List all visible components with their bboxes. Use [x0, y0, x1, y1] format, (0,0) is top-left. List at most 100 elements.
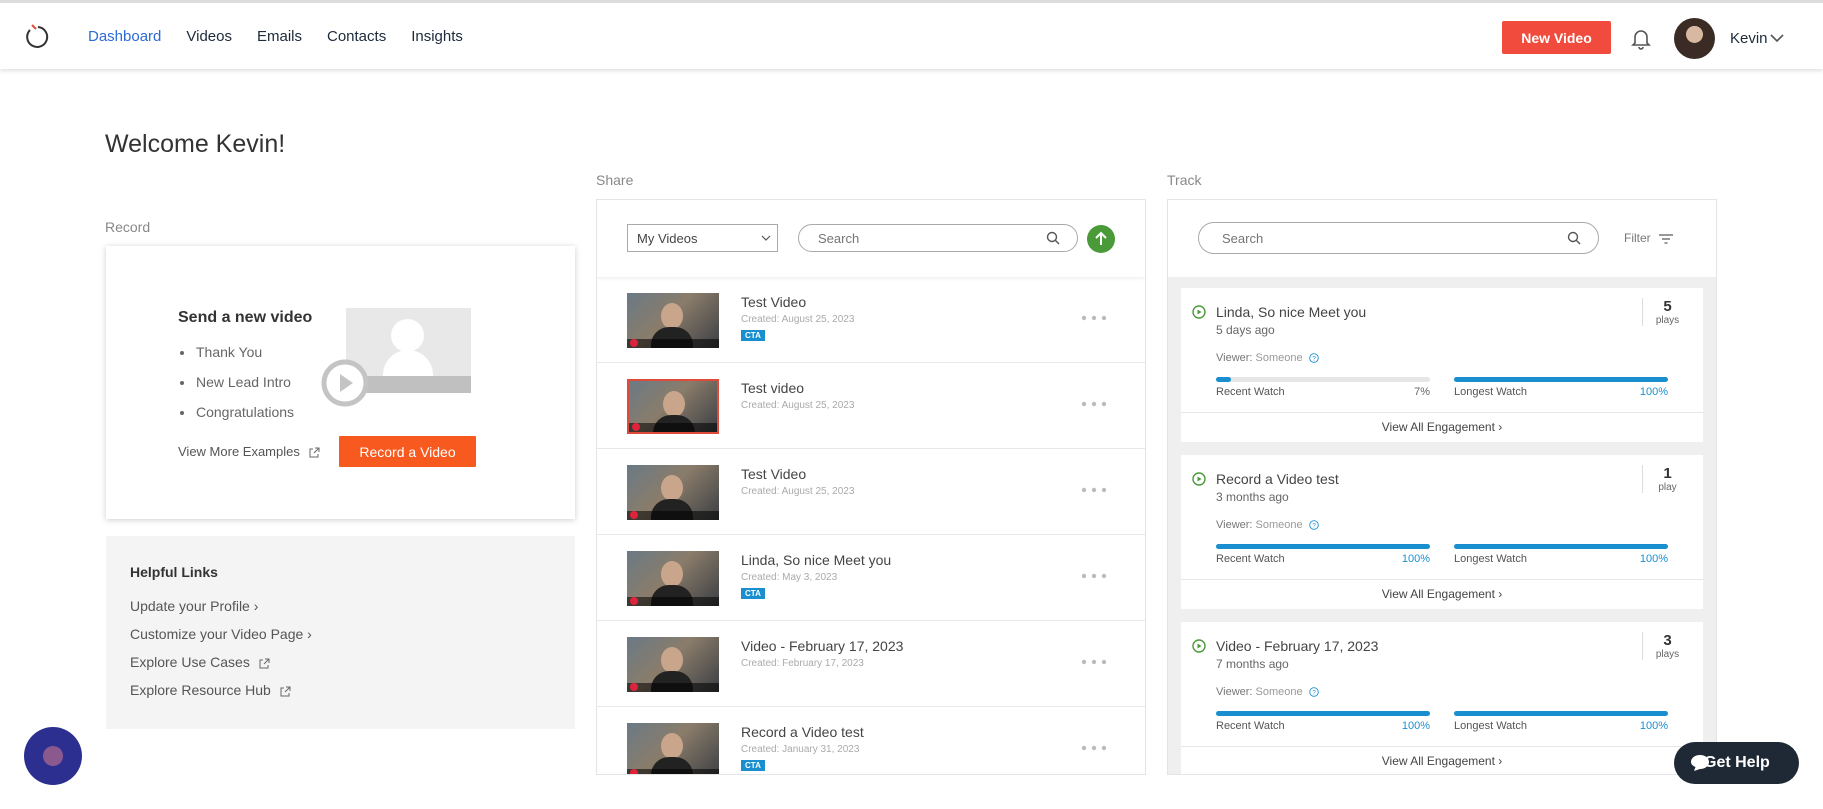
video-created-date: Created: August 25, 2023 — [741, 314, 855, 325]
svg-text:?: ? — [1312, 523, 1316, 530]
video-thumbnail[interactable] — [627, 379, 719, 434]
video-title[interactable]: Test Video — [741, 294, 806, 310]
viewer-info: Viewer: Someone ? — [1216, 352, 1319, 364]
more-options-icon[interactable] — [1081, 573, 1107, 579]
share-search-input[interactable] — [798, 224, 1078, 252]
engagement-video-title[interactable]: Video - February 17, 2023 — [1216, 638, 1378, 654]
video-thumbnail[interactable] — [627, 465, 719, 520]
video-thumbnail[interactable] — [627, 637, 719, 692]
video-list-item[interactable]: Linda, So nice Meet you Created: May 3, … — [597, 535, 1145, 621]
video-thumbnail[interactable] — [627, 723, 719, 774]
play-circle-icon — [321, 359, 369, 407]
video-created-date: Created: August 25, 2023 — [741, 486, 855, 497]
plays-count: 3 plays — [1642, 632, 1692, 660]
link-update-profile[interactable]: Update your Profile › — [130, 598, 258, 614]
track-toolbar: Filter — [1168, 200, 1716, 277]
more-options-icon[interactable] — [1081, 745, 1107, 751]
video-thumbnail[interactable] — [627, 293, 719, 348]
record-title: Send a new video — [178, 309, 313, 326]
recent-watch-value: 7% — [1414, 386, 1430, 398]
link-explore-use-cases[interactable]: Explore Use Cases — [130, 654, 270, 670]
video-title[interactable]: Record a Video test — [741, 724, 864, 740]
external-link-icon — [259, 658, 270, 669]
link-customize-video-page[interactable]: Customize your Video Page › — [130, 626, 312, 642]
external-link-icon — [309, 447, 319, 458]
video-title[interactable]: Test video — [741, 380, 804, 396]
view-all-engagement-link[interactable]: View All Engagement › — [1181, 579, 1703, 609]
video-title[interactable]: Test Video — [741, 466, 806, 482]
recent-watch-label: Recent Watch — [1216, 720, 1285, 732]
video-filter-select[interactable]: My Videos — [627, 224, 778, 252]
search-icon[interactable] — [1046, 231, 1060, 245]
helpful-links-panel: Helpful Links Update your Profile › Cust… — [106, 536, 575, 729]
track-panel: Filter Linda, So nice Meet you 5 days ag… — [1167, 199, 1717, 775]
engagement-video-title[interactable]: Record a Video test — [1216, 471, 1339, 487]
longest-watch-label: Longest Watch — [1454, 720, 1527, 732]
top-nav-bar: Dashboard Videos Emails Contacts Insight… — [0, 0, 1823, 69]
share-toolbar: My Videos — [597, 200, 1145, 277]
get-help-button[interactable]: Get Help — [1674, 742, 1799, 784]
view-all-engagement-link[interactable]: View All Engagement › — [1181, 412, 1703, 442]
viewer-info: Viewer: Someone ? — [1216, 519, 1319, 531]
svg-text:?: ? — [1312, 690, 1316, 697]
app-logo-icon[interactable] — [24, 22, 52, 52]
video-list-item[interactable]: Video - February 17, 2023 Created: Febru… — [597, 621, 1145, 707]
nav-insights[interactable]: Insights — [411, 28, 463, 45]
recent-watch-label: Recent Watch — [1216, 386, 1285, 398]
more-options-icon[interactable] — [1081, 659, 1107, 665]
nav-emails[interactable]: Emails — [257, 28, 302, 45]
engagement-video-title[interactable]: Linda, So nice Meet you — [1216, 304, 1366, 320]
nav-dashboard[interactable]: Dashboard — [88, 28, 161, 45]
search-icon[interactable] — [1567, 231, 1581, 245]
record-section-label: Record — [105, 219, 151, 235]
nav-contacts[interactable]: Contacts — [327, 28, 386, 45]
recent-watch-progress — [1216, 711, 1430, 716]
video-thumbnail[interactable] — [627, 551, 719, 606]
record-card: Send a new video Thank You New Lead Intr… — [106, 246, 575, 519]
video-title[interactable]: Linda, So nice Meet you — [741, 552, 891, 568]
help-icon[interactable]: ? — [1308, 520, 1319, 530]
recent-watch-value: 100% — [1401, 553, 1430, 565]
help-icon[interactable]: ? — [1308, 353, 1319, 363]
longest-watch-value: 100% — [1639, 386, 1668, 398]
view-more-examples-link[interactable]: View More Examples — [178, 444, 320, 459]
chat-launcher-button[interactable] — [24, 727, 82, 785]
video-list-item[interactable]: Record a Video test Created: January 31,… — [597, 707, 1145, 774]
more-options-icon[interactable] — [1081, 487, 1107, 493]
video-created-date: Created: May 3, 2023 — [741, 572, 838, 583]
example-item: Congratulations — [178, 404, 294, 434]
longest-watch-value: 100% — [1639, 720, 1668, 732]
cta-badge: CTA — [741, 588, 765, 599]
helpful-links-title: Helpful Links — [130, 564, 218, 580]
track-search-input[interactable] — [1198, 222, 1599, 254]
engagement-time-ago: 7 months ago — [1216, 657, 1289, 671]
more-options-icon[interactable] — [1081, 401, 1107, 407]
upload-button[interactable] — [1087, 225, 1115, 253]
chevron-down-icon[interactable] — [1770, 33, 1784, 43]
video-list-item[interactable]: Test video Created: August 25, 2023 — [597, 363, 1145, 449]
user-avatar[interactable] — [1674, 18, 1715, 59]
help-icon[interactable]: ? — [1308, 687, 1319, 697]
link-explore-resource-hub[interactable]: Explore Resource Hub — [130, 682, 291, 698]
filter-button[interactable]: Filter — [1624, 231, 1674, 245]
cta-badge: CTA — [741, 330, 765, 341]
video-title[interactable]: Video - February 17, 2023 — [741, 638, 903, 654]
notification-bell-icon[interactable] — [1629, 26, 1653, 50]
chevron-down-icon — [761, 235, 771, 241]
video-list-item[interactable]: Test Video Created: August 25, 2023 — [597, 449, 1145, 535]
engagement-time-ago: 5 days ago — [1216, 323, 1275, 337]
video-created-date: Created: August 25, 2023 — [741, 400, 855, 411]
record-video-button[interactable]: Record a Video — [339, 436, 476, 467]
nav-videos[interactable]: Videos — [186, 28, 232, 45]
play-circle-icon — [1192, 305, 1206, 319]
new-video-button[interactable]: New Video — [1502, 21, 1611, 54]
plays-count: 1 play — [1642, 465, 1692, 493]
view-all-engagement-link[interactable]: View All Engagement › — [1181, 746, 1703, 774]
main-nav: Dashboard Videos Emails Contacts Insight… — [88, 3, 463, 69]
video-created-date: Created: February 17, 2023 — [741, 658, 864, 669]
user-name[interactable]: Kevin — [1730, 30, 1768, 47]
svg-text:?: ? — [1312, 356, 1316, 363]
longest-watch-label: Longest Watch — [1454, 386, 1527, 398]
more-options-icon[interactable] — [1081, 315, 1107, 321]
video-list-item[interactable]: Test Video Created: August 25, 2023 CTA — [597, 277, 1145, 363]
